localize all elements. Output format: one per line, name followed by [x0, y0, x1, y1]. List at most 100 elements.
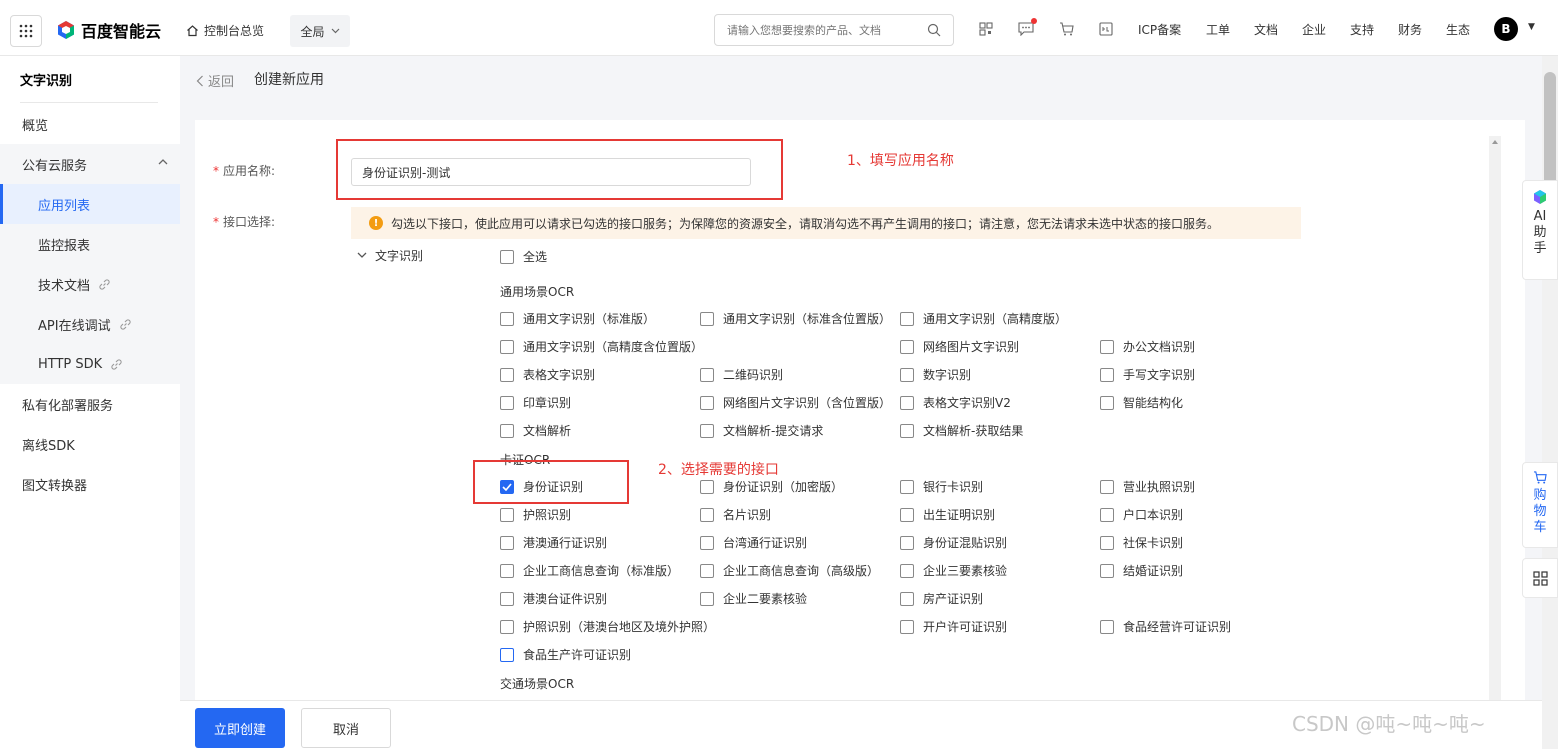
api-checkbox[interactable]: 户口本识别 — [1100, 506, 1183, 523]
checkbox-icon[interactable] — [700, 367, 714, 382]
api-checkbox[interactable]: 智能结构化 — [1100, 394, 1183, 411]
checkbox-icon[interactable] — [700, 311, 714, 326]
nav-finance[interactable]: 财务 — [1398, 21, 1422, 38]
api-checkbox[interactable]: 社保卡识别 — [1100, 534, 1183, 551]
checkbox-icon[interactable] — [900, 619, 914, 634]
checkbox-icon[interactable] — [900, 535, 914, 550]
back-button[interactable]: 返回 — [196, 71, 234, 90]
sidebar-item-api-debug[interactable]: API在线调试 — [0, 304, 180, 344]
checkbox-icon[interactable] — [500, 395, 514, 410]
checkbox-icon[interactable] — [1100, 479, 1114, 494]
checkbox-icon[interactable] — [1100, 535, 1114, 550]
checkbox-icon[interactable] — [500, 647, 514, 662]
api-checkbox[interactable]: 企业三要素核验 — [900, 562, 1007, 579]
checkbox-icon[interactable] — [900, 311, 914, 326]
caret-down-icon[interactable]: ▼ — [1528, 22, 1535, 32]
logo[interactable]: 百度智能云 — [56, 18, 161, 42]
api-checkbox[interactable]: 开户许可证识别 — [900, 618, 1007, 635]
checkbox-icon[interactable] — [900, 339, 914, 354]
api-checkbox[interactable]: 手写文字识别 — [1100, 366, 1195, 383]
region-select[interactable]: 全局 — [290, 15, 350, 47]
avatar[interactable]: B — [1494, 17, 1518, 41]
sidebar-item-monitor[interactable]: 监控报表 — [0, 224, 180, 264]
sidebar-item-http-sdk[interactable]: HTTP SDK — [0, 344, 180, 384]
nav-icp[interactable]: ICP备案 — [1138, 21, 1181, 38]
checkbox-icon[interactable] — [700, 395, 714, 410]
api-checkbox[interactable]: 网络图片文字识别（含位置版） — [700, 394, 891, 411]
cart-float-button[interactable]: 购物车 — [1522, 462, 1558, 548]
checkbox-icon[interactable] — [700, 423, 714, 438]
global-search[interactable] — [714, 14, 954, 46]
api-checkbox[interactable]: 护照识别（港澳台地区及境外护照） — [500, 618, 715, 635]
checkbox-icon[interactable] — [1100, 619, 1114, 634]
checkbox-icon[interactable] — [900, 563, 914, 578]
checkbox-icon[interactable] — [900, 423, 914, 438]
checkbox-icon[interactable] — [900, 367, 914, 382]
checkbox-icon[interactable] — [500, 311, 514, 326]
api-checkbox[interactable]: 通用文字识别（高精度含位置版） — [500, 338, 703, 355]
api-checkbox[interactable]: 文档解析-获取结果 — [900, 422, 1023, 439]
sidebar-item-converter[interactable]: 图文转换器 — [0, 464, 180, 504]
grid-menu-button[interactable] — [1522, 558, 1558, 598]
ai-assistant-button[interactable]: AI助手 — [1522, 180, 1558, 280]
api-checkbox[interactable]: 身份证混贴识别 — [900, 534, 1007, 551]
cart-icon[interactable] — [1058, 21, 1074, 37]
page-scroll-thumb[interactable] — [1544, 72, 1556, 192]
group-toggle-ocr[interactable]: 文字识别 — [357, 247, 423, 264]
search-input[interactable] — [715, 15, 915, 45]
api-checkbox[interactable]: 银行卡识别 — [900, 478, 983, 495]
checkbox-icon[interactable] — [1100, 507, 1114, 522]
api-checkbox[interactable]: 文档解析-提交请求 — [700, 422, 823, 439]
checkbox-icon[interactable] — [700, 479, 714, 494]
sidebar-item-private[interactable]: 私有化部署服务 — [0, 384, 180, 424]
sidebar-item-overview[interactable]: 概览 — [0, 104, 180, 144]
api-checkbox[interactable]: 护照识别 — [500, 506, 571, 523]
sidebar-item-app-list[interactable]: 应用列表 — [0, 184, 180, 224]
sidebar-item-public-cloud[interactable]: 公有云服务 — [0, 144, 180, 184]
api-checkbox[interactable]: 食品生产许可证识别 — [500, 646, 631, 663]
api-checkbox[interactable]: 二维码识别 — [700, 366, 783, 383]
checkbox-icon[interactable] — [1100, 395, 1114, 410]
checkbox-icon[interactable] — [500, 507, 514, 522]
api-checkbox[interactable]: 房产证识别 — [900, 590, 983, 607]
qrcode-icon[interactable] — [978, 21, 994, 37]
api-checkbox[interactable]: 台湾通行证识别 — [700, 534, 807, 551]
api-checkbox[interactable]: 身份证识别（加密版） — [700, 478, 843, 495]
checkbox-icon[interactable] — [900, 591, 914, 606]
checkbox-icon[interactable] — [900, 479, 914, 494]
checkbox-icon[interactable] — [500, 535, 514, 550]
api-checkbox[interactable]: 企业二要素核验 — [700, 590, 807, 607]
api-checkbox[interactable]: 文档解析 — [500, 422, 571, 439]
checkbox-icon[interactable] — [900, 395, 914, 410]
message-icon[interactable] — [1018, 18, 1037, 37]
checkbox-icon[interactable] — [500, 249, 514, 264]
checkbox-icon[interactable] — [500, 563, 514, 578]
api-checkbox[interactable]: 印章识别 — [500, 394, 571, 411]
api-checkbox[interactable]: 营业执照识别 — [1100, 478, 1195, 495]
checkbox-icon[interactable] — [500, 619, 514, 634]
api-checkbox[interactable]: 出生证明识别 — [900, 506, 995, 523]
checkbox-icon[interactable] — [500, 339, 514, 354]
checkbox-icon[interactable] — [900, 507, 914, 522]
nav-support[interactable]: 支持 — [1350, 21, 1374, 38]
checkbox-icon[interactable] — [1100, 339, 1114, 354]
search-icon[interactable] — [927, 23, 941, 37]
api-checkbox[interactable]: 港澳通行证识别 — [500, 534, 607, 551]
api-checkbox[interactable]: 全选 — [500, 248, 547, 265]
api-checkbox[interactable]: 表格文字识别 — [500, 366, 595, 383]
sidebar-item-offline-sdk[interactable]: 离线SDK — [0, 424, 180, 464]
api-checkbox[interactable]: 数字识别 — [900, 366, 971, 383]
api-checkbox[interactable]: 通用文字识别（标准版） — [500, 310, 655, 327]
apps-grid-icon[interactable] — [10, 15, 42, 47]
api-checkbox[interactable]: 结婚证识别 — [1100, 562, 1183, 579]
create-button[interactable]: 立即创建 — [195, 708, 285, 748]
api-checkbox[interactable]: 企业工商信息查询（标准版） — [500, 562, 679, 579]
checkbox-icon[interactable] — [500, 591, 514, 606]
checkbox-icon[interactable] — [1100, 563, 1114, 578]
nav-enterprise[interactable]: 企业 — [1302, 21, 1326, 38]
nav-ticket[interactable]: 工单 — [1206, 21, 1230, 38]
checkbox-icon[interactable] — [700, 563, 714, 578]
nav-ecosystem[interactable]: 生态 — [1446, 21, 1470, 38]
checkbox-icon[interactable] — [700, 535, 714, 550]
sidebar-item-tech-docs[interactable]: 技术文档 — [0, 264, 180, 304]
